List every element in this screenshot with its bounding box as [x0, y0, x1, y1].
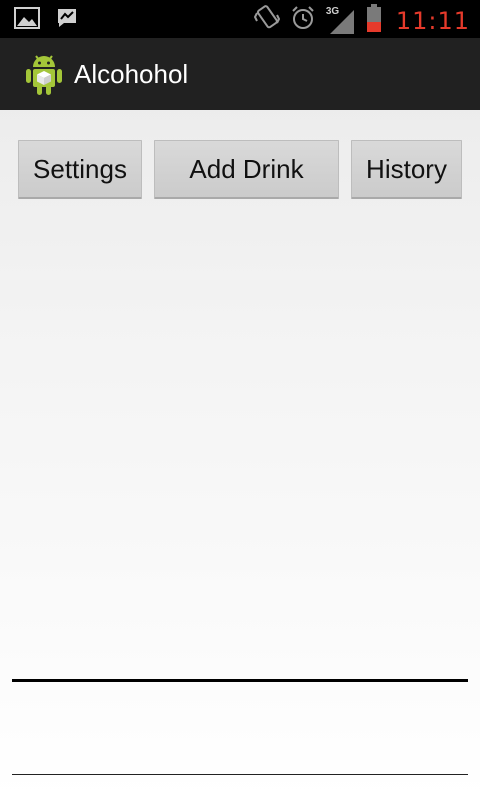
vibrate-icon: [253, 3, 280, 38]
app-title: Alcohohol: [74, 59, 189, 89]
clock: 11:11: [395, 6, 470, 35]
notification-icons: [14, 7, 78, 34]
add-drink-button[interactable]: Add Drink: [154, 140, 339, 199]
action-bar: Alcohohol: [0, 38, 480, 110]
alarm-icon: [290, 5, 316, 36]
signal-icon: 3G: [326, 6, 356, 36]
battery-icon: [366, 3, 382, 38]
android-app-icon[interactable]: [24, 52, 64, 96]
status-bar: 3G 11:11: [0, 0, 480, 38]
system-icons: 3G 11:11: [253, 3, 470, 38]
gallery-icon: [14, 7, 40, 34]
messenger-icon: [56, 7, 78, 34]
settings-button[interactable]: Settings: [18, 140, 142, 199]
bottom-divider: [12, 774, 468, 775]
content-divider: [12, 679, 468, 682]
history-button[interactable]: History: [351, 140, 462, 199]
